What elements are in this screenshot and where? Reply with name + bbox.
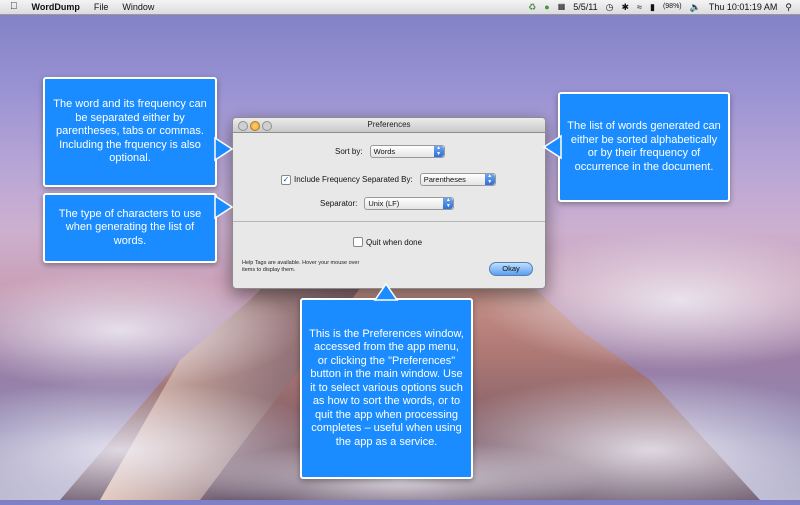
divider [233, 221, 545, 222]
separator-row: Separator: Unix (LF) ▲ ▼ [320, 197, 455, 210]
sort-by-label: Sort by: [335, 147, 363, 156]
callout-window-text: This is the Preferences window, accessed… [309, 327, 464, 448]
bluetooth-icon[interactable]: ✱ [618, 0, 634, 14]
frog-status-icon[interactable]: ● [540, 0, 553, 14]
calendar-icon[interactable]: ▦ [554, 0, 570, 14]
frequency-separator-value: Parentheses [423, 175, 466, 184]
separator-label: Separator: [320, 199, 358, 208]
zoom-button-icon[interactable] [262, 121, 272, 131]
okay-button[interactable]: Okay [489, 262, 533, 276]
volume-icon[interactable]: 🔈 [686, 0, 705, 14]
callout-window: This is the Preferences window, accessed… [300, 298, 473, 479]
sort-by-value: Words [373, 147, 396, 156]
window-title: Preferences [367, 120, 411, 129]
include-frequency-checkbox[interactable]: ✓ [281, 174, 291, 185]
include-frequency-row: ✓ Include Frequency Separated By: Parent… [281, 173, 496, 186]
callout-pointer [214, 136, 234, 162]
app-menu[interactable]: WordDump [25, 0, 87, 14]
callout-pointer [542, 134, 562, 160]
minimize-button-icon[interactable] [250, 121, 260, 131]
quit-when-done-checkbox[interactable] [353, 237, 363, 247]
close-button-icon[interactable] [238, 121, 248, 131]
trash-status-icon[interactable]: ♻ [524, 0, 540, 14]
callout-sort: The list of words generated can either b… [558, 92, 730, 202]
sort-by-row: Sort by: Words ▲ ▼ [335, 145, 445, 158]
battery-percent[interactable]: (98%) [659, 0, 686, 14]
file-menu[interactable]: File [87, 0, 116, 14]
separator-value: Unix (LF) [368, 199, 400, 208]
help-tags-text: Help Tags are available. Hover your mous… [242, 260, 360, 273]
callout-frequency-text: The word and its frequency can be separa… [53, 98, 207, 165]
time-machine-icon[interactable]: ◷ [602, 0, 618, 14]
sort-by-popup[interactable]: Words ▲ ▼ [369, 145, 445, 158]
separator-popup[interactable]: Unix (LF) ▲ ▼ [364, 197, 455, 210]
include-frequency-label: Include Frequency Separated By: [294, 175, 413, 184]
clock[interactable]: Thu 10:01:19 AM [705, 0, 782, 14]
window-menu[interactable]: Window [115, 0, 161, 14]
apple-menu-icon[interactable]:  [0, 0, 25, 14]
status-area: ♻ ● ▦ 5/5/11 ◷ ✱ ≈ ▮ (98%) 🔈 Thu 10:01:1… [524, 0, 796, 14]
date-status[interactable]: 5/5/11 [569, 0, 601, 14]
callout-sort-text: The list of words generated can either b… [567, 120, 721, 173]
quit-when-done-label: Quit when done [366, 237, 423, 247]
menu-bar:  WordDump File Window ♻ ● ▦ 5/5/11 ◷ ✱ … [0, 0, 800, 15]
window-titlebar[interactable]: Preferences [233, 118, 545, 133]
quit-row: Quit when done [353, 237, 422, 247]
wifi-icon[interactable]: ≈ [633, 0, 646, 14]
callout-separator: The type of characters to use when gener… [43, 193, 217, 263]
callout-separator-text: The type of characters to use when gener… [58, 207, 202, 247]
popup-arrows-icon: ▲ ▼ [443, 197, 454, 209]
callout-pointer [214, 194, 234, 220]
spotlight-icon[interactable]: ⚲ [781, 0, 796, 14]
frequency-separator-popup[interactable]: Parentheses ▲ ▼ [419, 173, 496, 186]
callout-pointer [373, 282, 399, 301]
popup-arrows-icon: ▲ ▼ [433, 145, 444, 157]
callout-frequency: The word and its frequency can be separa… [43, 77, 217, 187]
battery-icon[interactable]: ▮ [646, 0, 659, 14]
preferences-window: Preferences Sort by: Words ▲ ▼ ✓ Include … [232, 117, 546, 289]
popup-arrows-icon: ▲ ▼ [484, 173, 495, 185]
